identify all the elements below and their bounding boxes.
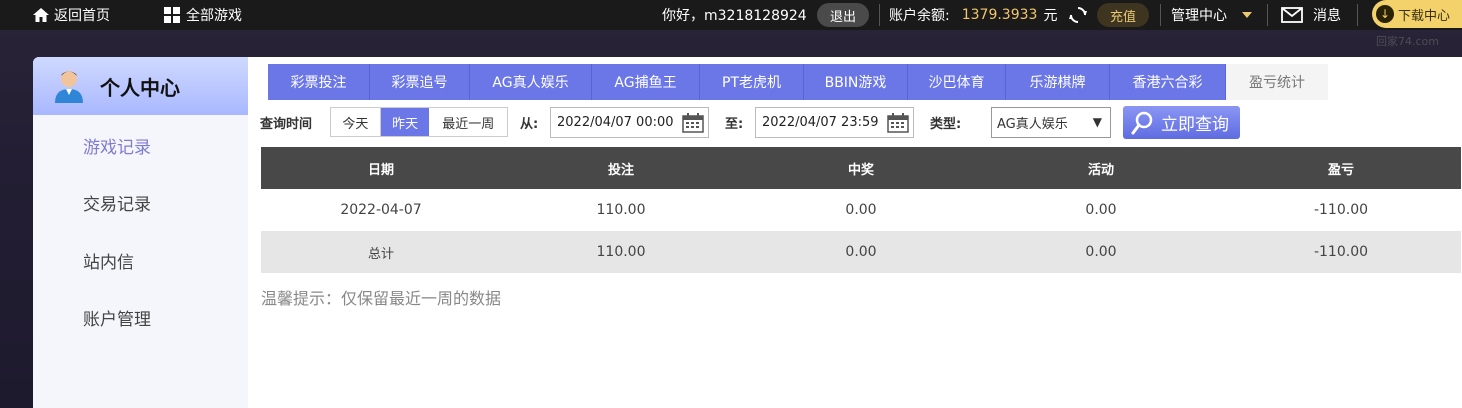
admin-center-menu[interactable]: 管理中心 [1171,0,1252,30]
retention-tip: 温馨提示：仅保留最近一周的数据 [261,289,502,308]
recharge-button[interactable]: 充值 [1097,3,1149,27]
to-label: 至: [725,116,744,132]
table-total-row: 总计 110.00 0.00 0.00 -110.00 [261,231,1461,273]
quick-range-group: 今天 昨天 最近一周 [330,107,508,137]
sidebar-header: 个人中心 [33,57,248,115]
tab-leyou-chess[interactable]: 乐游棋牌 [1006,64,1110,100]
cell-promo: 0.00 [1085,202,1117,218]
mail-icon [1281,7,1303,23]
tab-lottery-bets[interactable]: 彩票投注 [268,64,370,100]
query-button-label: 立即查询 [1161,115,1229,135]
range-today-button[interactable]: 今天 [331,108,381,136]
top-bar: 返回首页 全部游戏 你好，m3218128924 退出 账户余额: 1379.3… [0,0,1462,30]
balance-value: 1379.3933 [961,7,1038,23]
tab-saba-sports[interactable]: 沙巴体育 [908,64,1006,100]
main-panel: 彩票投注 彩票追号 AG真人娱乐 AG捕鱼王 PT老虎机 BBIN游戏 沙巴体育… [248,57,1462,408]
from-date-input[interactable]: 2022/04/07 00:00 [550,107,709,138]
balance-label: 账户余额: [889,8,950,24]
cell-total-win: 0.00 [845,244,877,260]
game-tabs: 彩票投注 彩票追号 AG真人娱乐 AG捕鱼王 PT老虎机 BBIN游戏 沙巴体育… [268,64,1328,100]
tab-hk-mark-six[interactable]: 香港六合彩 [1110,64,1226,100]
sidebar: 个人中心 游戏记录 交易记录 站内信 账户管理 [33,57,248,408]
query-button[interactable]: 立即查询 [1123,106,1240,139]
from-date-value: 2022/04/07 00:00 [557,115,674,130]
tab-bbin-games[interactable]: BBIN游戏 [804,64,908,100]
refresh-icon [1069,7,1087,23]
to-date-value: 2022/04/07 23:59 [762,115,879,130]
tab-lottery-chase[interactable]: 彩票追号 [370,64,470,100]
table-header: 日期 投注 中奖 活动 盈亏 [261,147,1461,189]
col-date: 日期 [367,162,394,178]
grid-icon [164,7,180,23]
time-label: 查询时间 [260,116,313,132]
admin-center-label: 管理中心 [1171,8,1227,24]
cell-total-bet: 110.00 [596,244,646,260]
sidebar-item-account[interactable]: 账户管理 [83,305,151,330]
cell-date: 2022-04-07 [340,202,422,218]
tab-pt-slots[interactable]: PT老虎机 [700,64,804,100]
cell-total-promo: 0.00 [1085,244,1117,260]
sidebar-item-transactions[interactable]: 交易记录 [83,190,151,215]
table-row: 2022-04-07 110.00 0.00 0.00 -110.00 [261,189,1461,231]
filter-bar: 查询时间 今天 昨天 最近一周 从: 2022/04/07 00:00 至: 2… [260,106,1460,139]
col-promo: 活动 [1087,162,1114,178]
logout-button[interactable]: 退出 [817,3,869,27]
refresh-balance-button[interactable] [1069,0,1087,30]
tab-profit-stats[interactable]: 盈亏统计 [1226,64,1328,100]
calendar-icon[interactable] [682,113,704,133]
sidebar-item-game-records[interactable]: 游戏记录 [83,133,151,158]
range-week-button[interactable]: 最近一周 [429,108,507,136]
download-icon: ↓ [1376,5,1394,23]
caret-down-icon [1242,12,1252,18]
cell-total-profit: -110.00 [1313,244,1369,260]
type-select[interactable]: AG真人娱乐 ▼ [991,107,1111,138]
all-games-link[interactable]: 全部游戏 [164,0,242,30]
type-select-value: AG真人娱乐 [997,117,1068,132]
all-games-label: 全部游戏 [186,8,242,24]
type-label: 类型: [930,116,962,132]
messages-label: 消息 [1313,8,1341,24]
download-center-button[interactable]: ↓ 下载中心 [1372,0,1462,28]
cell-win: 0.00 [845,202,877,218]
download-label: 下载中心 [1398,8,1451,24]
sidebar-title: 个人中心 [100,75,180,100]
user-avatar-icon [54,69,84,103]
cell-profit: -110.00 [1313,202,1369,218]
home-icon [33,8,49,22]
col-profit: 盈亏 [1327,162,1354,178]
balance-unit: 元 [1043,8,1058,24]
home-link[interactable]: 返回首页 [33,0,110,30]
watermark: 回家74.com [1376,35,1439,48]
tab-ag-fishing[interactable]: AG捕鱼王 [592,64,700,100]
from-label: 从: [520,116,539,132]
search-icon [1131,111,1153,134]
range-yesterday-button[interactable]: 昨天 [380,108,430,136]
sidebar-item-inbox[interactable]: 站内信 [83,248,134,273]
dropdown-arrow-icon: ▼ [1092,115,1102,129]
home-link-label: 返回首页 [54,8,110,24]
messages-link[interactable]: 消息 [1281,0,1341,30]
cell-bet: 110.00 [596,202,646,218]
calendar-icon[interactable] [887,113,909,133]
col-bet: 投注 [607,162,634,178]
col-win: 中奖 [847,162,874,178]
cell-total-label: 总计 [367,246,394,262]
tab-ag-live[interactable]: AG真人娱乐 [470,64,592,100]
greeting-text: 你好，m3218128924 [662,8,807,24]
to-date-input[interactable]: 2022/04/07 23:59 [755,107,914,138]
profit-table: 日期 投注 中奖 活动 盈亏 2022-04-07 110.00 0.00 0.… [261,147,1461,273]
